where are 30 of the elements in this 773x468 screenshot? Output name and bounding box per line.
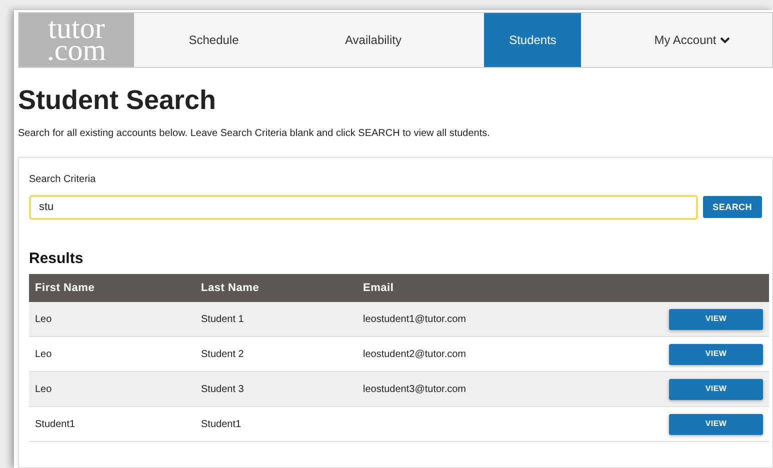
column-header: Last Name bbox=[200, 281, 260, 296]
column-header: First Name bbox=[34, 281, 96, 296]
search-label: Search Criteria bbox=[29, 172, 97, 187]
results-title: Results bbox=[29, 248, 84, 269]
table-cell-text: Student 3 bbox=[200, 382, 245, 397]
table-cell-text: Leo bbox=[34, 382, 53, 397]
nav-tab[interactable]: My Account bbox=[630, 13, 754, 67]
table-cell-text: Leo bbox=[34, 348, 53, 362]
search-field[interactable]: stu bbox=[29, 194, 698, 220]
nav-tab[interactable]: Schedule bbox=[164, 13, 263, 67]
logo-text: .com bbox=[46, 40, 106, 62]
view-button[interactable]: VIEW bbox=[669, 414, 763, 435]
description: Search for all existing accounts below. Leave Search Criteria blank and click SEARCH to view all students. bbox=[18, 126, 491, 141]
table-cell-text: Leo bbox=[34, 312, 53, 327]
table-cell: leostudent3@tutor.com bbox=[363, 384, 466, 395]
table-cell: leostudent2@tutor.com bbox=[363, 348, 466, 360]
table-cell-text: Student 2 bbox=[200, 348, 245, 362]
nav-tab[interactable]: Availability bbox=[321, 13, 426, 67]
page-title: Student Search bbox=[18, 84, 218, 117]
search-button[interactable]: SEARCH bbox=[702, 196, 762, 218]
view-button[interactable]: VIEW bbox=[669, 308, 763, 330]
column-header: Email bbox=[362, 281, 394, 296]
table-cell-text: Student1 bbox=[200, 418, 242, 432]
table-cell-text: Student1 bbox=[34, 418, 76, 432]
table-cell: leostudent1@tutor.com bbox=[363, 314, 466, 325]
table-cell-text: Student 1 bbox=[200, 312, 245, 327]
view-button[interactable]: VIEW bbox=[669, 344, 763, 365]
view-button[interactable]: VIEW bbox=[669, 378, 763, 400]
logo-text: tutor bbox=[48, 18, 105, 40]
nav-tab[interactable]: Students bbox=[484, 13, 582, 67]
